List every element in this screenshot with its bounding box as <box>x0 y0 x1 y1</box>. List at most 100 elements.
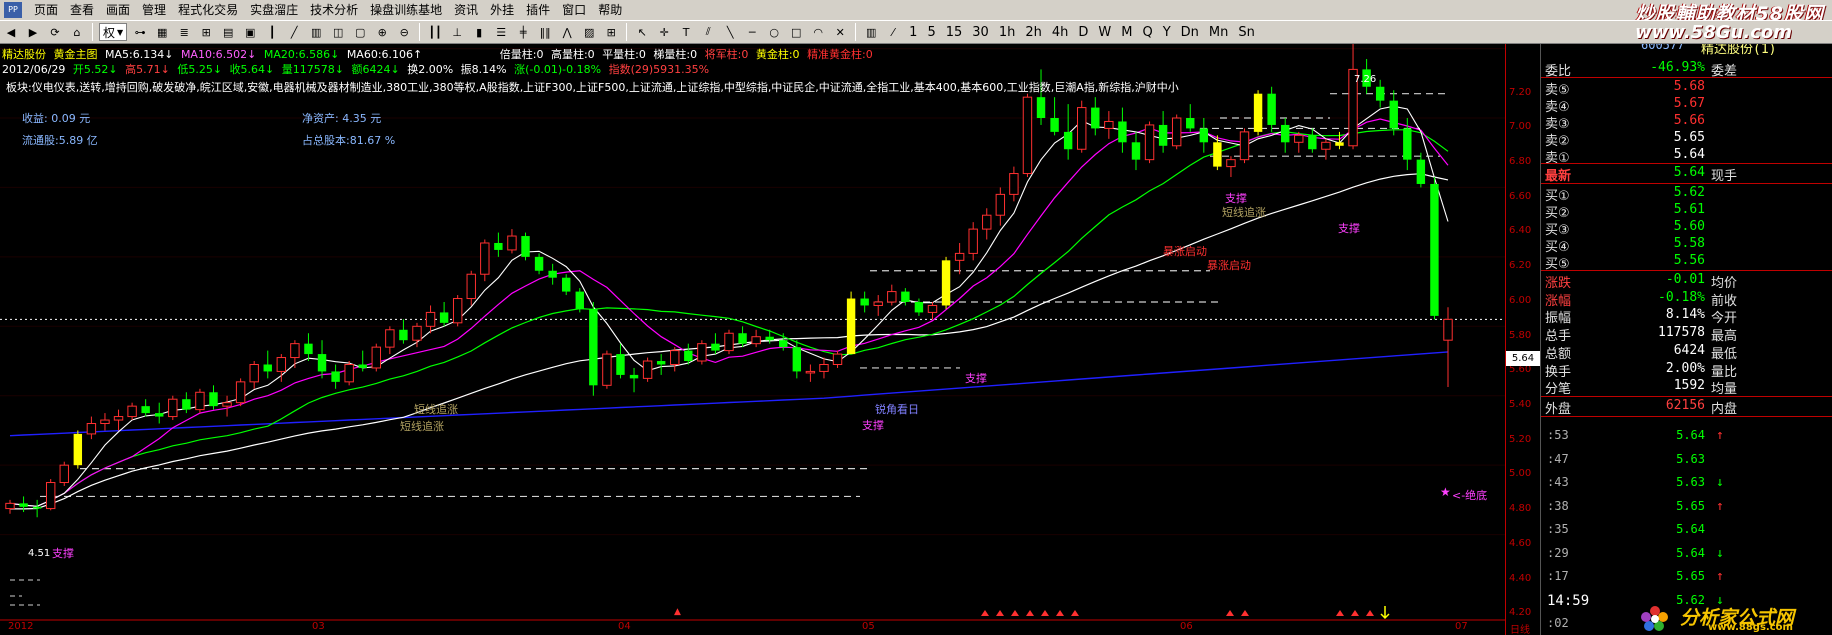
period-13[interactable]: Mn <box>1206 23 1231 41</box>
period-buttons: 1 5 15 30 1h 2h 4h D W M Q Y Dn Mn Sn <box>904 23 1260 41</box>
up-candle <box>602 353 612 386</box>
chart-type-icon[interactable]: ▦ <box>153 23 171 41</box>
up-candle <box>873 301 883 306</box>
ohlc-amplitude: 振8.14% <box>460 63 507 76</box>
home-icon[interactable]: ⌂ <box>68 23 86 41</box>
ohlc-volume: 量117578↓ <box>281 63 344 76</box>
period-2[interactable]: 15 <box>943 23 966 41</box>
zoom-out-icon[interactable]: ⊖ <box>395 23 413 41</box>
menu-item-0[interactable]: 页面 <box>28 0 64 20</box>
menu-item-8[interactable]: 资讯 <box>448 0 484 20</box>
back-icon[interactable]: ◀ <box>2 23 20 41</box>
ohlc-date: 2012/06/29 <box>2 63 66 76</box>
down-candle <box>1430 183 1439 316</box>
period-1[interactable]: 5 <box>924 23 938 41</box>
ask-row: 卖② 5.65 <box>1541 130 1832 149</box>
rect-icon[interactable]: □ <box>787 23 805 41</box>
period-0[interactable]: 1 <box>906 23 920 41</box>
up-candle <box>832 353 843 365</box>
window-icon[interactable]: ▣ <box>241 23 259 41</box>
last-price-row: 最新 5.64 现手 <box>1541 165 1832 184</box>
panel-icon[interactable]: ◫ <box>329 23 347 41</box>
period-12[interactable]: Dn <box>1178 23 1202 41</box>
up-candle <box>168 398 178 418</box>
up-candle <box>113 416 124 421</box>
text-icon[interactable]: T <box>677 23 695 41</box>
split-icon[interactable]: ╪ <box>514 23 532 41</box>
bar-chart-icon[interactable]: ▮ <box>470 23 488 41</box>
ask-price: 5.66 <box>1673 113 1705 128</box>
tick-row: :53 5.64 ↑ <box>1541 428 1832 446</box>
period-7[interactable]: D <box>1075 23 1091 41</box>
menu-item-6[interactable]: 技术分析 <box>304 0 364 20</box>
axis-icon[interactable]: ⊥ <box>448 23 466 41</box>
menu-icon[interactable]: ☰ <box>492 23 510 41</box>
cursor-icon[interactable]: ↖ <box>633 23 651 41</box>
period-bar-icon[interactable]: ▥ <box>862 23 880 41</box>
toolbar-separator <box>855 23 857 41</box>
tick-price: 5.65 <box>1676 569 1705 583</box>
line-chart-icon[interactable]: ╱ <box>285 23 303 41</box>
period-5[interactable]: 2h <box>1022 23 1045 41</box>
fullscreen-icon[interactable]: ▢ <box>351 23 369 41</box>
period-14[interactable]: Sn <box>1235 23 1258 41</box>
hatch-icon[interactable]: ▨ <box>580 23 598 41</box>
menu-bar: PP 页面 查看 画面 管理 程式化交易 实盘溜庄 技术分析 操盘训练基地 资讯 外挂 插件 窗口 帮助… <box>0 0 1832 25</box>
down-candle <box>562 277 571 292</box>
signal-triangle <box>1336 610 1344 616</box>
period-8[interactable]: W <box>1095 23 1114 41</box>
menu-item-9[interactable]: 外挂 <box>484 0 520 20</box>
panel-divider <box>1541 416 1832 417</box>
stack-icon[interactable]: ≣ <box>175 23 193 41</box>
volume-icon[interactable]: ▥ <box>307 23 325 41</box>
stat-right-label: 最低 <box>1711 346 1738 362</box>
down-candle <box>155 413 164 417</box>
trendline-icon[interactable]: ╲ <box>721 23 739 41</box>
stat-row: 涨跌 -0.01 均价 <box>1541 272 1832 291</box>
period-10[interactable]: Q <box>1139 23 1155 41</box>
period-3[interactable]: 30 <box>969 23 992 41</box>
menu-item-2[interactable]: 画面 <box>100 0 136 20</box>
refresh-icon[interactable]: ⟳ <box>46 23 64 41</box>
link-icon[interactable]: ⊶ <box>131 23 149 41</box>
period-11[interactable]: Y <box>1160 23 1174 41</box>
menu-item-10[interactable]: 插件 <box>520 0 556 20</box>
layout-icon[interactable]: ▤ <box>219 23 237 41</box>
chart-annotation: 支撑 <box>965 372 987 385</box>
period-9[interactable]: M <box>1118 23 1135 41</box>
outer-label: 外盘 <box>1545 402 1572 417</box>
columns-icon[interactable]: ‖‖ <box>536 23 554 41</box>
up-candle <box>59 464 69 484</box>
menu-item-3[interactable]: 管理 <box>136 0 172 20</box>
menu-item-4[interactable]: 程式化交易 <box>172 0 244 20</box>
grid-icon[interactable]: ⊞ <box>197 23 215 41</box>
tick-time: :43 <box>1547 475 1569 489</box>
candles-icon[interactable]: ┃ <box>263 23 281 41</box>
menu-item-11[interactable]: 窗口 <box>556 0 592 20</box>
circle-icon[interactable]: ○ <box>765 23 783 41</box>
up-candle <box>222 402 232 407</box>
grid2-icon[interactable]: ⊞ <box>602 23 620 41</box>
panel-header: 600577 精达股份(1) <box>1541 44 1832 60</box>
parallel-icon[interactable]: ⫽ <box>699 23 717 41</box>
down-candle <box>1389 100 1398 129</box>
eraser-icon[interactable]: ✕ <box>831 23 849 41</box>
fan-icon[interactable]: ⋀ <box>558 23 576 41</box>
kline-chart[interactable]: ▲ 精达股份 黄金主图 MA5:6.134↓ MA10:6.502↓ MA20:… <box>0 44 1505 635</box>
arc-icon[interactable]: ◠ <box>809 23 827 41</box>
cross-icon[interactable]: ✛ <box>655 23 673 41</box>
rights-dropdown[interactable]: 权 ▼ <box>99 23 128 41</box>
menu-item-12[interactable]: 帮助 <box>592 0 628 20</box>
hline-icon[interactable]: ─ <box>743 23 761 41</box>
period-6[interactable]: 4h <box>1049 23 1072 41</box>
forward-icon[interactable]: ▶ <box>24 23 42 41</box>
bars-icon[interactable]: ┃┃ <box>426 23 444 41</box>
period-4[interactable]: 1h <box>996 23 1019 41</box>
menu-item-7[interactable]: 操盘训练基地 <box>364 0 448 20</box>
menu-item-1[interactable]: 查看 <box>64 0 100 20</box>
menu-item-5[interactable]: 实盘溜庄 <box>244 0 304 20</box>
zoom-in-icon[interactable]: ⊕ <box>373 23 391 41</box>
low-marker: 4.51 <box>28 548 51 559</box>
period-line-icon[interactable]: ⁄ <box>884 23 902 41</box>
quote-panel: 600577 精达股份(1) 委比 -46.93% 委差 卖⑤ 5.68 卖④ 5.6… <box>1540 44 1832 635</box>
